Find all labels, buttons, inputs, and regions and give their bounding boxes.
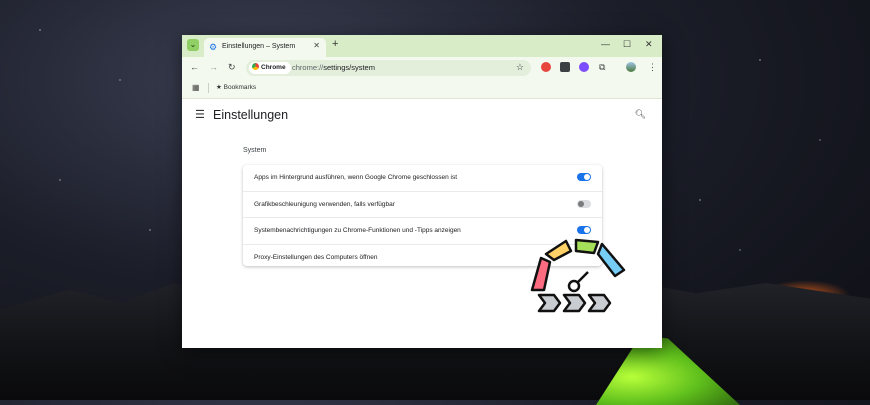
- url-path: settings/system: [323, 63, 375, 72]
- tab-dropdown-icon[interactable]: ⌄: [187, 39, 199, 51]
- menu-kebab-icon[interactable]: ⋮: [648, 62, 657, 73]
- apps-grid-icon[interactable]: ▦: [192, 83, 200, 92]
- settings-gear-icon: ⚙: [209, 42, 218, 52]
- address-bar[interactable]: Chrome chrome://settings/system ☆: [246, 60, 531, 76]
- chip-label: Chrome: [261, 64, 286, 71]
- setting-label: Proxy-Einstellungen des Computers öffnen: [254, 253, 378, 261]
- reload-icon[interactable]: ↻: [228, 62, 236, 73]
- extensions-icon[interactable]: ⧉: [599, 62, 605, 73]
- tab-settings-system[interactable]: ⚙ Einstellungen – System ✕: [204, 38, 326, 57]
- chrome-logo-icon: [252, 63, 259, 70]
- back-icon[interactable]: ←: [190, 62, 199, 72]
- minimize-button[interactable]: —: [601, 39, 610, 49]
- bookmarks-label: Bookmarks: [223, 84, 257, 91]
- url-prefix: chrome://: [292, 63, 324, 72]
- tab-title: Einstellungen – System: [222, 43, 296, 50]
- search-icon[interactable]: 🔍︎: [635, 109, 646, 120]
- bookmarks-divider: [208, 83, 209, 93]
- extension-dark-icon[interactable]: [560, 62, 570, 72]
- setting-label: Grafikbeschleunigung verwenden, falls ve…: [254, 200, 395, 208]
- window-close-button[interactable]: ✕: [645, 39, 653, 50]
- hamburger-menu-icon[interactable]: ☰: [195, 108, 205, 121]
- hardware-acceleration-toggle[interactable]: [577, 199, 591, 208]
- setting-label: Apps im Hintergrund ausführen, wenn Goog…: [254, 174, 458, 181]
- background-apps-toggle[interactable]: [577, 173, 591, 181]
- forward-icon[interactable]: →: [209, 62, 218, 72]
- bookmarks-folder[interactable]: ★ Bookmarks: [216, 83, 256, 91]
- tab-strip: ⌄ ⚙ Einstellungen – System ✕ + — ☐ ✕: [182, 35, 662, 57]
- site-info-chip[interactable]: Chrome: [249, 62, 291, 74]
- maximize-button[interactable]: ☐: [623, 39, 631, 50]
- speedometer-gauge-icon: [530, 238, 626, 313]
- page-title: Einstellungen: [213, 108, 289, 122]
- setting-label: Systembenachrichtigungen zu Chrome-Funkt…: [254, 227, 461, 234]
- bookmark-star-icon[interactable]: ☆: [516, 62, 524, 73]
- extension-purple-icon[interactable]: [579, 62, 589, 72]
- setting-row-background-apps[interactable]: Apps im Hintergrund ausführen, wenn Goog…: [243, 165, 602, 192]
- toolbar: ← → ↻ Chrome chrome://settings/system ☆ …: [182, 57, 662, 78]
- setting-row-hardware-acceleration[interactable]: Grafikbeschleunigung verwenden, falls ve…: [243, 192, 602, 218]
- bookmarks-bar: ▦ ★ Bookmarks: [182, 78, 662, 99]
- profile-avatar-icon[interactable]: [626, 62, 636, 72]
- section-title: System: [243, 147, 267, 154]
- extension-red-icon[interactable]: [541, 62, 551, 72]
- close-icon[interactable]: ✕: [313, 41, 320, 50]
- bookmarks-star-icon: ★: [216, 84, 222, 91]
- url-text: chrome://settings/system: [292, 63, 375, 72]
- new-tab-button[interactable]: +: [332, 38, 338, 50]
